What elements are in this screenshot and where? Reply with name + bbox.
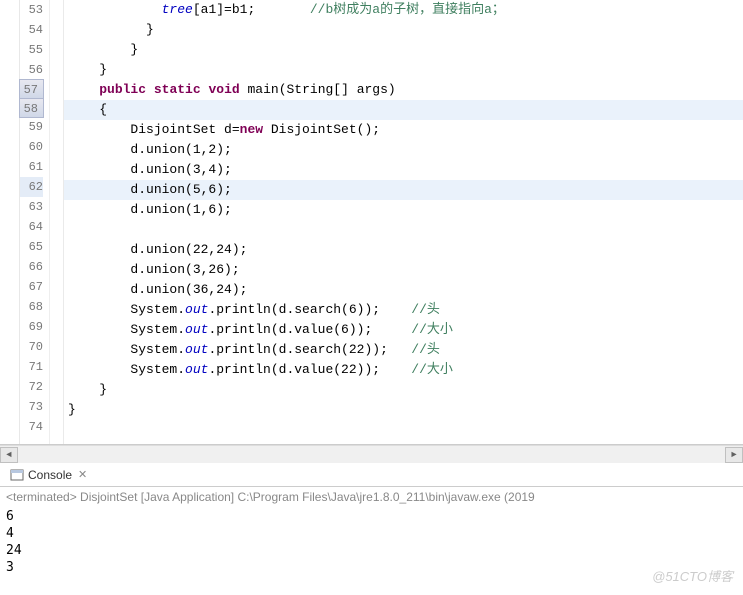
code-line[interactable]: d.union(36,24);: [64, 280, 743, 300]
code-line[interactable]: d.union(3,26);: [64, 260, 743, 280]
line-number[interactable]: 73: [20, 397, 43, 417]
line-number[interactable]: 71: [20, 357, 43, 377]
line-number[interactable]: 53: [20, 0, 43, 20]
line-number[interactable]: 65: [20, 237, 43, 257]
console-status: <terminated> DisjointSet [Java Applicati…: [6, 489, 737, 506]
console-output: 64243: [6, 508, 737, 576]
code-line[interactable]: d.union(22,24);: [64, 240, 743, 260]
code-line[interactable]: }: [64, 40, 743, 60]
console-icon: [10, 468, 24, 482]
line-number[interactable]: 59: [20, 117, 43, 137]
line-number[interactable]: 54: [20, 20, 43, 40]
code-content[interactable]: tree[a1]=b1; //b树成为a的子树，直接指向a； } } } pub…: [64, 0, 743, 444]
line-number[interactable]: 57: [19, 79, 44, 99]
marker-bar: [0, 0, 20, 444]
line-number[interactable]: 68: [20, 297, 43, 317]
line-number[interactable]: 55: [20, 40, 43, 60]
code-line[interactable]: System.out.println(d.search(22)); //头: [64, 340, 743, 360]
code-line[interactable]: d.union(1,2);: [64, 140, 743, 160]
line-number[interactable]: 62: [20, 177, 43, 197]
code-line[interactable]: public static void main(String[] args): [64, 80, 743, 100]
line-number[interactable]: 66: [20, 257, 43, 277]
line-number[interactable]: 63: [20, 197, 43, 217]
code-line[interactable]: System.out.println(d.value(22)); //大小: [64, 360, 743, 380]
console-output-line: 24: [6, 542, 737, 559]
line-number[interactable]: 56: [20, 60, 43, 80]
code-line[interactable]: System.out.println(d.search(6)); //头: [64, 300, 743, 320]
console-tab-bar: Console ✕: [0, 463, 743, 487]
code-line[interactable]: }: [64, 20, 743, 40]
line-number[interactable]: 70: [20, 337, 43, 357]
code-line[interactable]: [64, 420, 743, 440]
code-line[interactable]: }: [64, 380, 743, 400]
code-line[interactable]: d.union(5,6);: [64, 180, 743, 200]
console-panel: Console ✕ <terminated> DisjointSet [Java…: [0, 463, 743, 595]
console-output-line: 6: [6, 508, 737, 525]
code-line[interactable]: [64, 220, 743, 240]
line-number[interactable]: 69: [20, 317, 43, 337]
tab-console[interactable]: Console ✕: [4, 466, 93, 484]
scroll-left-button[interactable]: ◄: [0, 447, 18, 463]
code-line[interactable]: tree[a1]=b1; //b树成为a的子树，直接指向a；: [64, 0, 743, 20]
close-icon[interactable]: ✕: [78, 468, 87, 481]
line-number[interactable]: 67: [20, 277, 43, 297]
code-line[interactable]: }: [64, 60, 743, 80]
folding-column[interactable]: [50, 0, 64, 444]
code-line[interactable]: System.out.println(d.value(6)); //大小: [64, 320, 743, 340]
console-tab-label: Console: [28, 468, 72, 482]
console-output-line: 3: [6, 559, 737, 576]
line-number[interactable]: 60: [20, 137, 43, 157]
code-line[interactable]: DisjointSet d=new DisjointSet();: [64, 120, 743, 140]
code-editor[interactable]: 5354555657585960616263646566676869707172…: [0, 0, 743, 445]
console-body[interactable]: <terminated> DisjointSet [Java Applicati…: [0, 487, 743, 578]
line-number[interactable]: 72: [20, 377, 43, 397]
horizontal-scrollbar[interactable]: ◄ ►: [0, 445, 743, 463]
line-number-gutter[interactable]: 5354555657585960616263646566676869707172…: [20, 0, 50, 444]
code-line[interactable]: }: [64, 400, 743, 420]
scroll-right-button[interactable]: ►: [725, 447, 743, 463]
line-number[interactable]: 64: [20, 217, 43, 237]
line-number[interactable]: 61: [20, 157, 43, 177]
code-line[interactable]: {: [64, 100, 743, 120]
line-number[interactable]: 58: [19, 98, 44, 118]
line-number[interactable]: 74: [20, 417, 43, 437]
code-line[interactable]: d.union(1,6);: [64, 200, 743, 220]
code-line[interactable]: d.union(3,4);: [64, 160, 743, 180]
console-output-line: 4: [6, 525, 737, 542]
